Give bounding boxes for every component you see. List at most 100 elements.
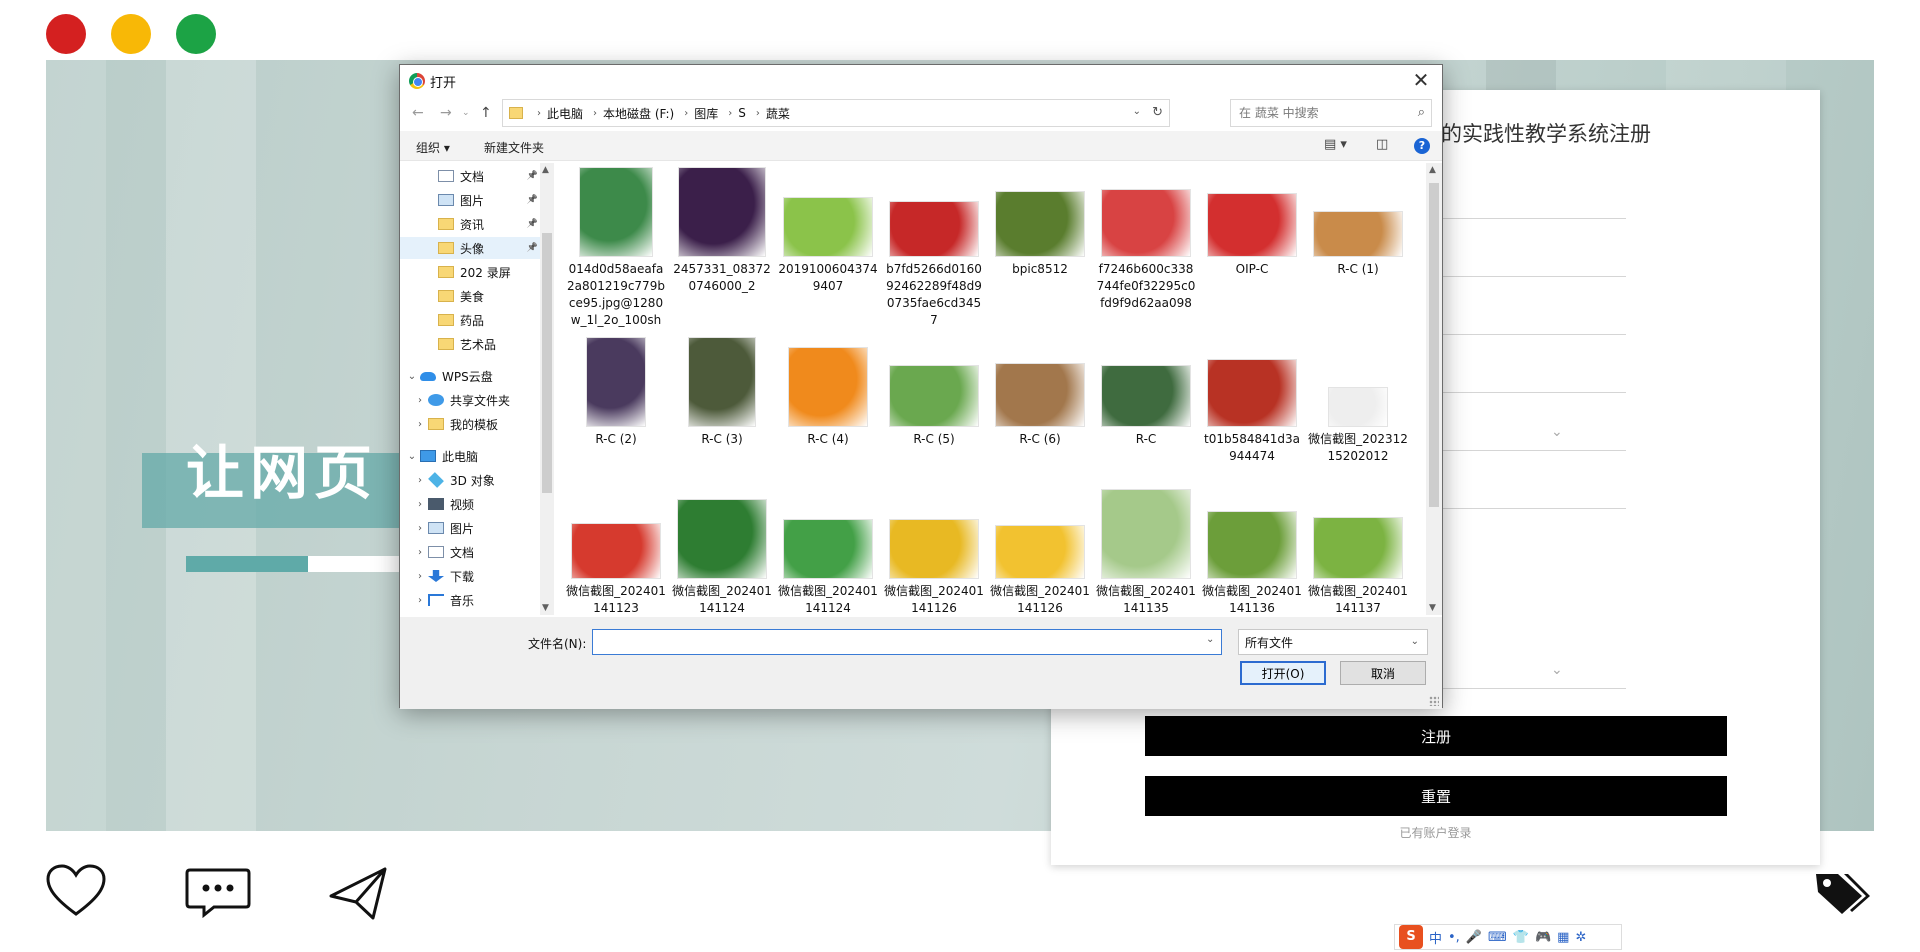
chevron-down-icon[interactable]: ⌄ (1133, 106, 1141, 117)
chevron-down-icon[interactable]: ⌄ (406, 451, 418, 462)
file-item[interactable]: R-C (2) (566, 333, 666, 503)
nav-item[interactable]: 文档 📌 (400, 165, 540, 187)
file-item[interactable]: R-C (4) (778, 333, 878, 503)
nav-item[interactable]: 美食 (400, 285, 540, 307)
search-input[interactable] (1239, 106, 1399, 120)
comment-icon[interactable] (184, 866, 252, 918)
nav-item[interactable]: › 文档 (400, 541, 540, 563)
breadcrumb-item[interactable]: 蔬菜 (766, 105, 790, 122)
nav-item[interactable]: 202 录屏 (400, 261, 540, 283)
heart-icon[interactable] (44, 862, 108, 918)
file-item[interactable]: 微信截图_202401141126 (990, 485, 1090, 615)
breadcrumb-item[interactable]: 图库 (694, 105, 718, 122)
close-icon[interactable]: ✕ (1408, 67, 1434, 93)
nav-item[interactable]: › 3D 对象 (400, 469, 540, 491)
nav-item[interactable]: › 共享文件夹 (400, 389, 540, 411)
file-item[interactable]: R-C (6) (990, 333, 1090, 503)
scroll-down-icon[interactable]: ▼ (1429, 603, 1436, 613)
green-dot[interactable] (176, 14, 216, 54)
file-item[interactable]: 微信截图_202401141124 (672, 485, 772, 615)
file-item[interactable]: 014d0d58aeafa2a801219c779bce95.jpg@1280w… (566, 163, 666, 333)
nav-item[interactable]: 图片 📌 (400, 189, 540, 211)
nav-item[interactable]: › 视频 (400, 493, 540, 515)
preview-pane-icon[interactable]: ◫ (1376, 137, 1388, 152)
file-item[interactable]: R-C (5) (884, 333, 984, 503)
open-button[interactable]: 打开(O) (1240, 661, 1326, 685)
file-item[interactable]: OIP-C (1202, 163, 1302, 333)
scroll-up-icon[interactable]: ▲ (1429, 165, 1436, 175)
ime-tool-icon[interactable]: 👕 (1513, 930, 1529, 945)
file-type-select[interactable]: 所有文件 ⌄ (1238, 629, 1428, 655)
nav-item[interactable]: ⌄ WPS云盘 (400, 365, 540, 387)
scroll-up-icon[interactable]: ▲ (542, 165, 549, 175)
tag-icon[interactable] (1812, 868, 1874, 916)
file-item[interactable]: bpic8512 (990, 163, 1090, 333)
send-icon[interactable] (328, 866, 388, 920)
file-item[interactable]: 微信截图_202401141124 (778, 485, 878, 615)
file-item[interactable]: 微信截图_202401141136 (1202, 485, 1302, 615)
ime-tool-icon[interactable]: ⌨ (1488, 930, 1507, 945)
new-folder-button[interactable]: 新建文件夹 (484, 139, 544, 156)
file-item[interactable]: 微信截图_20231215202012 (1308, 333, 1408, 503)
red-dot[interactable] (46, 14, 86, 54)
ime-tool-icon[interactable]: 中 (1429, 928, 1442, 947)
ime-tool-icon[interactable]: •, (1448, 930, 1460, 945)
login-link[interactable]: 已有账户登录 (1051, 824, 1820, 841)
breadcrumb-item[interactable]: S (738, 106, 746, 120)
view-icon[interactable]: ▤ ▾ (1324, 137, 1347, 152)
file-item[interactable]: b7fd5266d016092462289f48d90735fae6cd3457 (884, 163, 984, 333)
breadcrumb-item[interactable]: 本地磁盘 (F:) (603, 105, 674, 122)
organize-menu[interactable]: 组织 ▾ (416, 139, 450, 156)
help-icon[interactable]: ? (1414, 138, 1430, 154)
file-grid-scrollbar[interactable]: ▲ ▼ (1426, 163, 1442, 615)
scrollbar-thumb[interactable] (542, 233, 552, 493)
file-item[interactable]: 20191006043749407 (778, 163, 878, 333)
refresh-icon[interactable]: ↻ (1152, 105, 1163, 120)
ime-tool-icon[interactable]: 🎮 (1535, 930, 1551, 945)
chevron-right-icon[interactable]: › (414, 475, 426, 486)
recent-chevron-icon[interactable]: ⌄ (462, 108, 470, 118)
search-icon[interactable]: ⌕ (1418, 105, 1425, 120)
nav-item[interactable]: 资讯 📌 (400, 213, 540, 235)
file-item[interactable]: R-C (1096, 333, 1196, 503)
file-item[interactable]: R-C (1) (1308, 163, 1408, 333)
ime-tool-icon[interactable]: ✲ (1575, 930, 1586, 945)
chevron-right-icon[interactable]: › (414, 571, 426, 582)
chevron-down-icon[interactable]: ⌄ (406, 371, 418, 382)
file-item[interactable]: f7246b600c338744fe0f32295c0fd9f9d62aa098 (1096, 163, 1196, 333)
chevron-down-icon[interactable]: ⌄ (1551, 662, 1563, 678)
navigation-scrollbar[interactable]: ▲ ▼ (540, 163, 554, 615)
chevron-right-icon[interactable]: › (414, 523, 426, 534)
dialog-titlebar[interactable]: 打开 ✕ (400, 65, 1442, 95)
nav-item[interactable]: ⌄ 此电脑 (400, 445, 540, 467)
register-button[interactable]: 注册 (1145, 716, 1727, 756)
nav-item[interactable]: ›桌面 (400, 613, 540, 615)
chevron-right-icon[interactable]: › (414, 547, 426, 558)
scroll-down-icon[interactable]: ▼ (542, 603, 549, 613)
reset-button[interactable]: 重置 (1145, 776, 1727, 816)
chevron-right-icon[interactable]: › (414, 419, 426, 430)
nav-item[interactable]: 药品 (400, 309, 540, 331)
file-item[interactable]: R-C (3) (672, 333, 772, 503)
sogou-logo-icon[interactable]: S (1399, 925, 1423, 949)
ime-tool-icon[interactable]: ▦ (1557, 930, 1569, 945)
nav-item[interactable]: 头像 📌 (400, 237, 540, 259)
back-arrow-icon[interactable]: ← (412, 105, 424, 121)
file-item[interactable]: 微信截图_202401141137 (1308, 485, 1408, 615)
nav-item[interactable]: › 音乐 (400, 589, 540, 611)
chevron-right-icon[interactable]: › (414, 595, 426, 606)
chevron-down-icon[interactable]: ⌄ (1411, 636, 1419, 647)
nav-item[interactable]: › 图片 (400, 517, 540, 539)
file-item[interactable]: t01b584841d3a944474 (1202, 333, 1302, 503)
nav-item[interactable]: › 下载 (400, 565, 540, 587)
up-arrow-icon[interactable]: ↑ (480, 105, 492, 121)
chevron-right-icon[interactable]: › (414, 499, 426, 510)
ime-tool-icon[interactable]: 🎤 (1466, 930, 1482, 945)
breadcrumb-item[interactable]: 此电脑 (547, 105, 583, 122)
cancel-button[interactable]: 取消 (1340, 661, 1426, 685)
chevron-right-icon[interactable]: › (414, 395, 426, 406)
nav-item[interactable]: 艺术品 (400, 333, 540, 355)
chevron-down-icon[interactable]: ⌄ (1206, 634, 1214, 645)
file-item[interactable]: 2457331_083720746000_2 (672, 163, 772, 333)
file-item[interactable]: 微信截图_202401141123 (566, 485, 666, 615)
